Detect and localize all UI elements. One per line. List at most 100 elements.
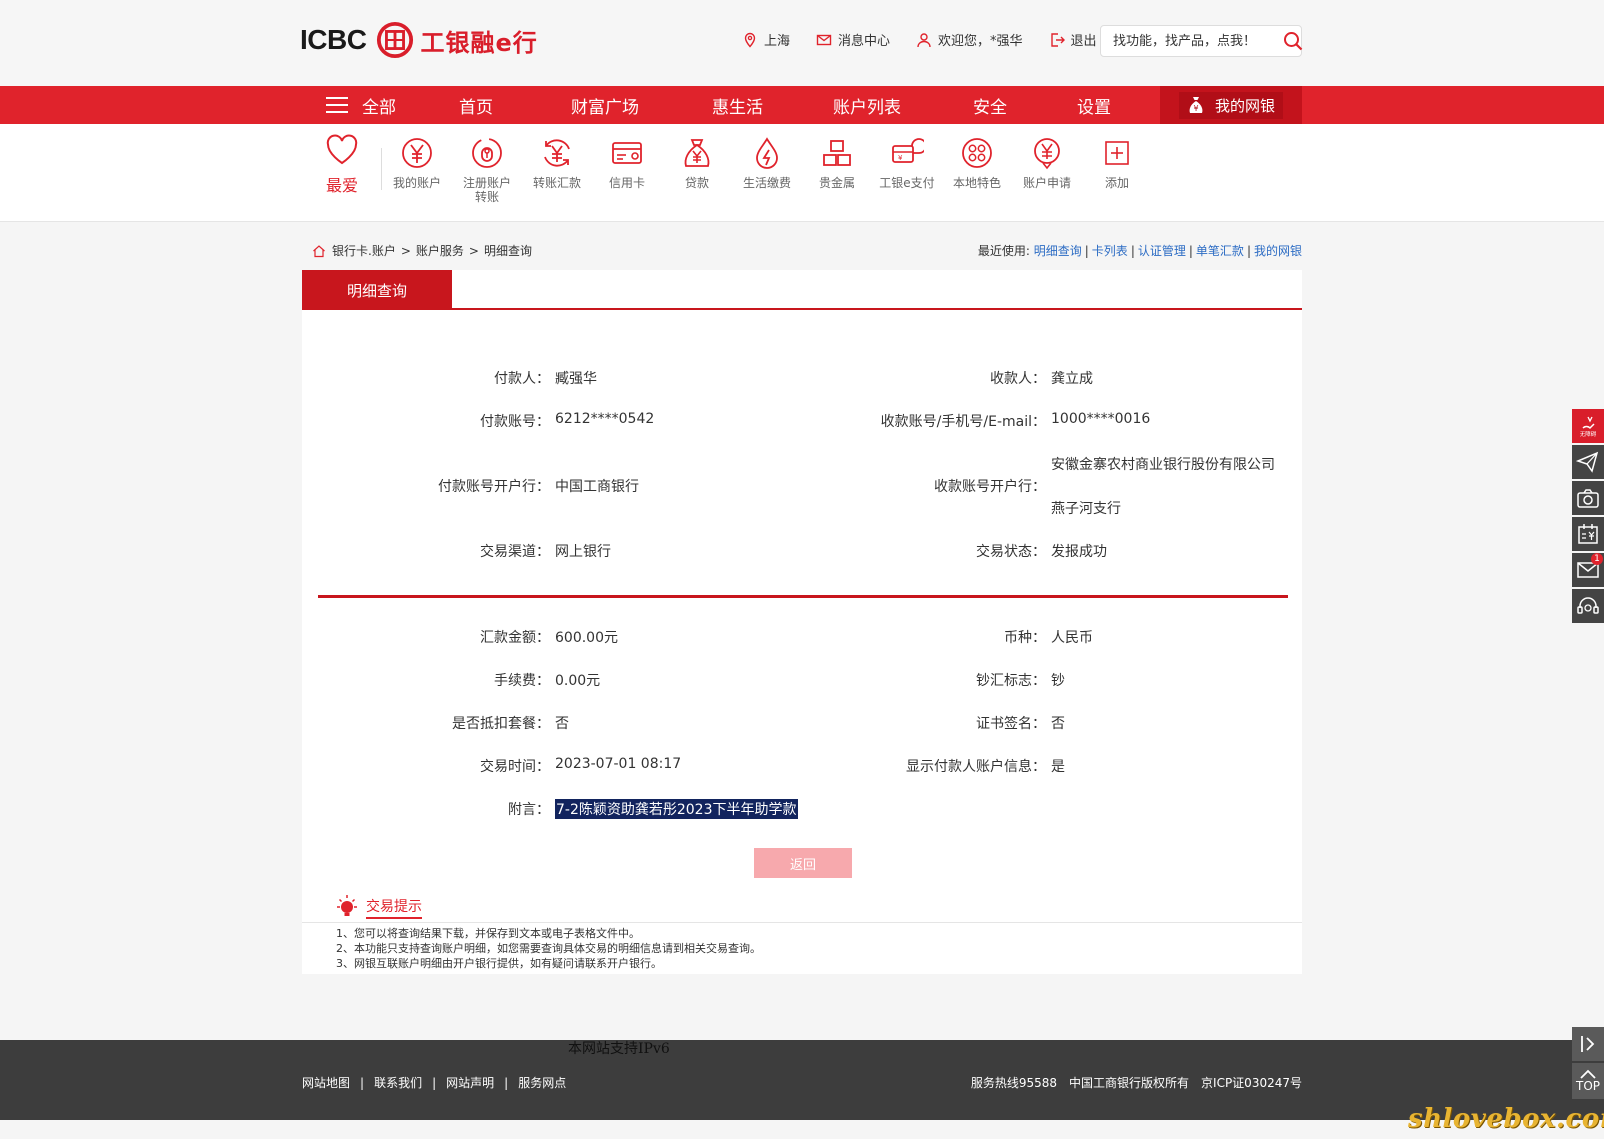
footer-link[interactable]: 网站声明: [446, 1076, 494, 1090]
recent-link[interactable]: 单笔汇款: [1196, 244, 1244, 258]
screenshot-tool[interactable]: [1572, 481, 1604, 515]
func-epay[interactable]: ¥ 工银e支付: [872, 136, 942, 190]
channel-label: 交易渠道：: [480, 544, 550, 560]
logout-link[interactable]: 退出: [1049, 30, 1097, 49]
accessibility-tool[interactable]: 无障碍: [1572, 409, 1604, 443]
search-button[interactable]: [1283, 26, 1303, 56]
func-loan[interactable]: 贷款: [662, 136, 732, 190]
recent-link[interactable]: 卡列表: [1092, 244, 1128, 258]
func-my-account[interactable]: 我的账户: [382, 136, 452, 190]
footer-link[interactable]: 网站地图: [302, 1076, 350, 1090]
menu-icon: [326, 97, 348, 113]
breadcrumb-item[interactable]: 账户服务: [416, 242, 464, 259]
message-tool[interactable]: 1: [1572, 553, 1604, 587]
nav-account-list[interactable]: 账户列表: [833, 86, 973, 124]
nav-life[interactable]: 惠生活: [712, 86, 833, 124]
payee-bank-value-line1: 安徽金寨农村商业银行股份有限公司: [1051, 457, 1275, 473]
footer-link[interactable]: 联系我们: [374, 1076, 422, 1090]
func-label: 我的账户: [392, 176, 441, 190]
recent-link[interactable]: 明细查询: [1034, 244, 1082, 258]
cert-value: 否: [1051, 716, 1065, 732]
message-badge: 1: [1591, 553, 1603, 565]
svg-text:¥: ¥: [1193, 104, 1198, 113]
search-icon: [1284, 32, 1303, 51]
nav-all[interactable]: 全部: [326, 86, 459, 124]
search-box: [1100, 25, 1303, 57]
utility-drop-icon: [756, 137, 778, 169]
recent-link[interactable]: 认证管理: [1138, 244, 1186, 258]
welcome-user-link[interactable]: 欢迎您，*强华: [916, 30, 1023, 49]
account-apply-icon: [1034, 138, 1060, 170]
location-link[interactable]: 上海: [742, 30, 790, 49]
message-center-link[interactable]: 消息中心: [816, 30, 890, 49]
func-add[interactable]: 添加: [1082, 136, 1152, 190]
footer-link[interactable]: 服务网点: [518, 1076, 566, 1090]
func-label: 注册账户转账: [462, 176, 511, 204]
nav-security[interactable]: 安全: [973, 86, 1077, 124]
accessibility-icon: 无障碍: [1580, 416, 1597, 438]
func-local-feature[interactable]: 本地特色: [942, 136, 1012, 190]
func-credit-card[interactable]: 信用卡: [592, 136, 662, 190]
chevron-up-icon: [1580, 1069, 1596, 1079]
nav-settings[interactable]: 设置: [1077, 86, 1137, 124]
tips-divider: [302, 922, 1302, 923]
section-divider: [318, 595, 1288, 598]
recent-link[interactable]: 我的网银: [1254, 244, 1302, 258]
calendar-tool[interactable]: [1572, 517, 1604, 551]
message-center-label: 消息中心: [838, 34, 891, 49]
my-ebank-area: ¥ 我的网银: [1160, 86, 1302, 124]
payer-bank-label: 付款账号开户行：: [438, 479, 550, 495]
currency-label: 币种：: [1004, 630, 1046, 646]
yen-account-icon: [402, 138, 432, 168]
func-utilities[interactable]: 生活缴费: [732, 136, 802, 190]
fee-value: 0.00元: [555, 673, 601, 689]
favorites[interactable]: 最爱: [322, 134, 362, 196]
currency-value: 人民币: [1051, 630, 1093, 646]
breadcrumb-item[interactable]: 银行卡.账户: [332, 242, 396, 259]
search-input[interactable]: [1101, 27, 1283, 55]
gold-bars-icon: [823, 140, 851, 166]
calendar-icon: [1578, 524, 1598, 544]
package-label: 是否抵扣套餐：: [452, 716, 550, 732]
logout-icon: [1050, 32, 1065, 47]
icbc-logo[interactable]: ICBC 工银融e行: [300, 18, 538, 62]
top-header: ICBC 工银融e行 上海 消息中心 欢迎您，*强华 退出: [0, 0, 1604, 86]
headset-icon: [1577, 597, 1599, 614]
tab-header: 明细查询: [302, 270, 1302, 310]
payer-value: 臧强华: [555, 371, 597, 387]
lightbulb-icon: [337, 895, 357, 916]
row-channel-status: 交易渠道： 网上银行 交易状态： 发报成功: [302, 541, 1302, 561]
back-to-top-tool[interactable]: TOP: [1572, 1063, 1604, 1099]
collapse-tool[interactable]: [1572, 1027, 1604, 1061]
recently-used: 最近使用: 明细查询 | 卡列表 | 认证管理 | 单笔汇款 | 我的网银: [977, 244, 1302, 258]
show-payer-label: 显示付款人账户信息：: [906, 759, 1046, 775]
logout-label: 退出: [1070, 34, 1097, 49]
ipv6-notice: 本网站支持IPv6: [568, 1041, 670, 1057]
home-icon: [313, 244, 325, 257]
func-account-apply[interactable]: 账户申请: [1012, 136, 1082, 190]
collapse-arrow-icon: [1581, 1036, 1595, 1052]
func-label: 信用卡: [608, 176, 645, 190]
nav-wealth[interactable]: 财富广场: [571, 86, 712, 124]
credit-card-icon: [612, 142, 642, 164]
loan-bag-icon: [684, 139, 710, 167]
status-label: 交易状态：: [976, 544, 1046, 560]
tab-detail-query[interactable]: 明细查询: [302, 270, 452, 310]
recently-used-label: 最近使用:: [977, 244, 1030, 258]
tip-item: 1、您可以将查询结果下载，并保存到文本或电子表格文件中。: [336, 927, 640, 940]
customer-service-tool[interactable]: [1572, 589, 1604, 623]
paper-plane-icon: [1576, 451, 1599, 473]
cash-flag-label: 钞汇标志：: [976, 673, 1046, 689]
row-banks: 付款账号开户行： 中国工商银行 收款账号开户行：: [302, 476, 1302, 496]
send-tool[interactable]: [1572, 445, 1604, 479]
func-transfer[interactable]: 转账汇款: [522, 136, 592, 190]
func-register-transfer[interactable]: 注册账户转账: [452, 136, 522, 204]
my-ebank-button[interactable]: ¥ 我的网银: [1178, 91, 1283, 119]
back-button[interactable]: 返回: [754, 848, 852, 878]
nav-home[interactable]: 首页: [459, 86, 571, 124]
func-label: 转账汇款: [532, 176, 581, 190]
func-precious-metal[interactable]: 贵金属: [802, 136, 872, 190]
user-icon: [917, 32, 931, 47]
hotline: 服务热线95588: [970, 1076, 1058, 1090]
tips-header: 交易提示: [334, 894, 422, 920]
